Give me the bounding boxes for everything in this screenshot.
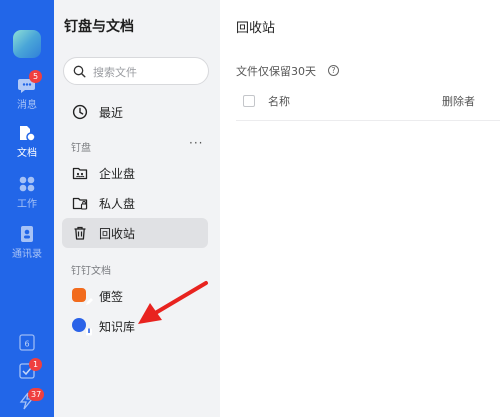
clock-icon [72, 104, 88, 120]
column-header-deleter[interactable]: 删除者 [442, 93, 475, 109]
column-header-name[interactable]: 名称 [268, 93, 290, 109]
enterprise-folder-icon [72, 167, 88, 180]
main-content: 回收站 文件仅保留30天 ? 名称 删除者 [220, 0, 500, 417]
retention-note: 文件仅保留30天 [236, 65, 316, 78]
sidebar-item-recycle-bin[interactable]: 回收站 [62, 218, 208, 248]
sidebar-label-recycle-bin: 回收站 [99, 227, 136, 241]
sidebar-item-personal-disk[interactable]: 私人盘 [62, 188, 208, 218]
rail-label-docs: 文档 [17, 148, 37, 159]
sidebar-label-personal-disk: 私人盘 [99, 197, 136, 211]
knowledge-base-icon [72, 318, 92, 336]
sidebar-label-enterprise-disk: 企业盘 [99, 167, 136, 181]
search-input[interactable]: 搜索文件 [63, 57, 209, 85]
rail-label-contacts: 通讯录 [12, 249, 42, 260]
sidebar-label-recent: 最近 [99, 106, 124, 120]
select-all-checkbox[interactable] [243, 95, 255, 107]
sidebar-label-notes: 便签 [99, 290, 124, 304]
ding-badge: 37 [28, 388, 45, 401]
user-avatar[interactable] [13, 30, 41, 58]
todo-badge: 1 [29, 358, 42, 371]
rail-item-work[interactable]: 工作 [0, 175, 54, 210]
messages-badge: 5 [29, 70, 42, 83]
rail-item-calendar[interactable]: 6 [0, 333, 54, 353]
sidebar-item-recent[interactable]: 最近 [62, 97, 208, 127]
sidebar-item-notes[interactable]: 便签 [62, 281, 208, 311]
contacts-icon [21, 226, 33, 242]
notes-app-icon [72, 288, 93, 305]
sidebar-item-enterprise-disk[interactable]: 企业盘 [62, 158, 208, 188]
search-icon [73, 65, 86, 78]
help-icon[interactable]: ? [328, 65, 339, 76]
page-title: 回收站 [236, 21, 276, 36]
trash-icon [74, 226, 86, 240]
rail-item-ding[interactable] [0, 392, 54, 412]
rail-label-messages: 消息 [17, 100, 37, 111]
left-rail: 消息 5 文档 工作 通讯录 6 1 37 [0, 0, 54, 417]
section-disk: 钉盘 [71, 143, 91, 154]
more-options-button[interactable]: ··· [189, 136, 203, 150]
rail-label-work: 工作 [17, 199, 37, 210]
rail-item-todo[interactable] [0, 362, 54, 382]
calendar-icon: 6 [19, 334, 35, 351]
calendar-day: 6 [24, 340, 29, 349]
sidebar-label-knowledge-base: 知识库 [99, 320, 136, 334]
rail-item-contacts[interactable]: 通讯录 [0, 225, 54, 260]
grid-apps-icon [19, 176, 35, 192]
rail-item-docs[interactable]: 文档 [0, 124, 54, 159]
sidebar-item-knowledge-base[interactable]: 知识库 [62, 311, 208, 341]
docs-sidebar: 钉盘与文档 搜索文件 最近 钉盘 ··· 企业盘 私人盘 回收站 钉钉文档 便签… [54, 0, 220, 417]
docs-icon [20, 126, 36, 142]
header-divider [236, 120, 500, 121]
section-ding-docs: 钉钉文档 [71, 266, 111, 277]
search-placeholder: 搜索文件 [93, 66, 137, 79]
sidebar-title: 钉盘与文档 [64, 19, 134, 35]
rail-item-messages[interactable]: 消息 [0, 76, 54, 111]
personal-folder-icon [72, 197, 88, 210]
